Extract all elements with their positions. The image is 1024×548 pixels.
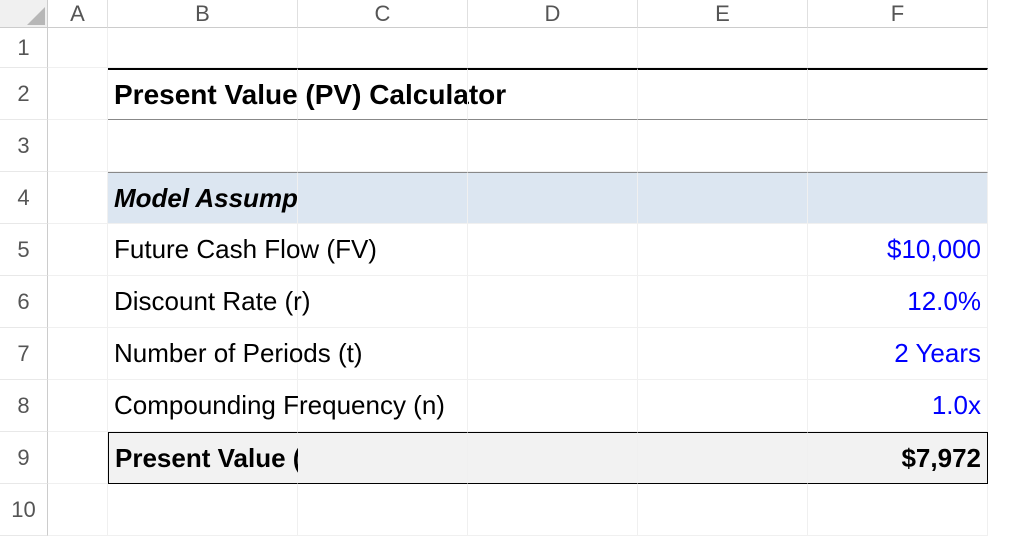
n-label[interactable]: Compounding Frequency (n) [108,380,298,432]
spreadsheet: A B C D E F 1 2 3 4 5 6 7 8 9 10 Present… [0,0,1024,548]
t-label[interactable]: Number of Periods (t) [108,328,298,380]
row-5: Future Cash Flow (FV) $10,000 [48,224,1024,276]
row-4: Model Assumptions [48,172,1024,224]
cell-E4[interactable] [638,172,808,224]
col-header-D[interactable]: D [468,0,638,28]
pv-value[interactable]: $7,972 [808,432,988,484]
select-all-corner[interactable] [0,0,48,28]
cell-D10[interactable] [468,484,638,536]
cell-C4[interactable] [298,172,468,224]
cell-D8[interactable] [468,380,638,432]
cell-D1[interactable] [468,28,638,68]
row-header-6[interactable]: 6 [0,276,48,328]
cell-F4[interactable] [808,172,988,224]
cell-A5[interactable] [48,224,108,276]
page-title[interactable]: Present Value (PV) Calculator [108,68,298,120]
row-2: Present Value (PV) Calculator [48,68,1024,120]
fv-label[interactable]: Future Cash Flow (FV) [108,224,298,276]
cell-D4[interactable] [468,172,638,224]
cell-C7[interactable] [298,328,468,380]
pv-label[interactable]: Present Value (PV) [108,432,298,484]
cell-A2[interactable] [48,68,108,120]
cell-C8[interactable] [298,380,468,432]
cell-F10[interactable] [808,484,988,536]
cell-E9[interactable] [638,432,808,484]
row-3 [48,120,1024,172]
row-header-3[interactable]: 3 [0,120,48,172]
cell-A1[interactable] [48,28,108,68]
cell-C1[interactable] [298,28,468,68]
cell-A6[interactable] [48,276,108,328]
cell-C6[interactable] [298,276,468,328]
cell-C2[interactable] [298,68,468,120]
row-header-5[interactable]: 5 [0,224,48,276]
cell-D9[interactable] [468,432,638,484]
cell-D2[interactable] [468,68,638,120]
row-8: Compounding Frequency (n) 1.0x [48,380,1024,432]
t-value[interactable]: 2 Years [808,328,988,380]
row-header-1[interactable]: 1 [0,28,48,68]
cell-F3[interactable] [808,120,988,172]
col-header-A[interactable]: A [48,0,108,28]
cell-F1[interactable] [808,28,988,68]
fv-value[interactable]: $10,000 [808,224,988,276]
cell-E3[interactable] [638,120,808,172]
cell-A8[interactable] [48,380,108,432]
r-value[interactable]: 12.0% [808,276,988,328]
cell-E7[interactable] [638,328,808,380]
cell-B1[interactable] [108,28,298,68]
row-10 [48,484,1024,536]
cell-E10[interactable] [638,484,808,536]
row-header-7[interactable]: 7 [0,328,48,380]
grid: Present Value (PV) Calculator Model Assu… [48,28,1024,536]
col-header-B[interactable]: B [108,0,298,28]
cell-E6[interactable] [638,276,808,328]
r-label[interactable]: Discount Rate (r) [108,276,298,328]
row-headers: 1 2 3 4 5 6 7 8 9 10 [0,28,48,536]
cell-A4[interactable] [48,172,108,224]
cell-D5[interactable] [468,224,638,276]
col-header-F[interactable]: F [808,0,988,28]
cell-C9[interactable] [298,432,468,484]
row-header-4[interactable]: 4 [0,172,48,224]
row-7: Number of Periods (t) 2 Years [48,328,1024,380]
cell-A10[interactable] [48,484,108,536]
cell-C10[interactable] [298,484,468,536]
cell-D7[interactable] [468,328,638,380]
cell-E2[interactable] [638,68,808,120]
cell-A3[interactable] [48,120,108,172]
row-9: Present Value (PV) $7,972 [48,432,1024,484]
n-value[interactable]: 1.0x [808,380,988,432]
cell-E1[interactable] [638,28,808,68]
row-header-10[interactable]: 10 [0,484,48,536]
row-6: Discount Rate (r) 12.0% [48,276,1024,328]
cell-A7[interactable] [48,328,108,380]
cell-D6[interactable] [468,276,638,328]
section-header[interactable]: Model Assumptions [108,172,298,224]
cell-C5[interactable] [298,224,468,276]
column-headers: A B C D E F [48,0,1024,28]
cell-B10[interactable] [108,484,298,536]
cell-C3[interactable] [298,120,468,172]
col-header-C[interactable]: C [298,0,468,28]
cell-F2[interactable] [808,68,988,120]
row-1 [48,28,1024,68]
cell-A9[interactable] [48,432,108,484]
col-header-E[interactable]: E [638,0,808,28]
row-header-9[interactable]: 9 [0,432,48,484]
cell-B3[interactable] [108,120,298,172]
cell-D3[interactable] [468,120,638,172]
row-header-2[interactable]: 2 [0,68,48,120]
cell-E5[interactable] [638,224,808,276]
row-header-8[interactable]: 8 [0,380,48,432]
cell-E8[interactable] [638,380,808,432]
